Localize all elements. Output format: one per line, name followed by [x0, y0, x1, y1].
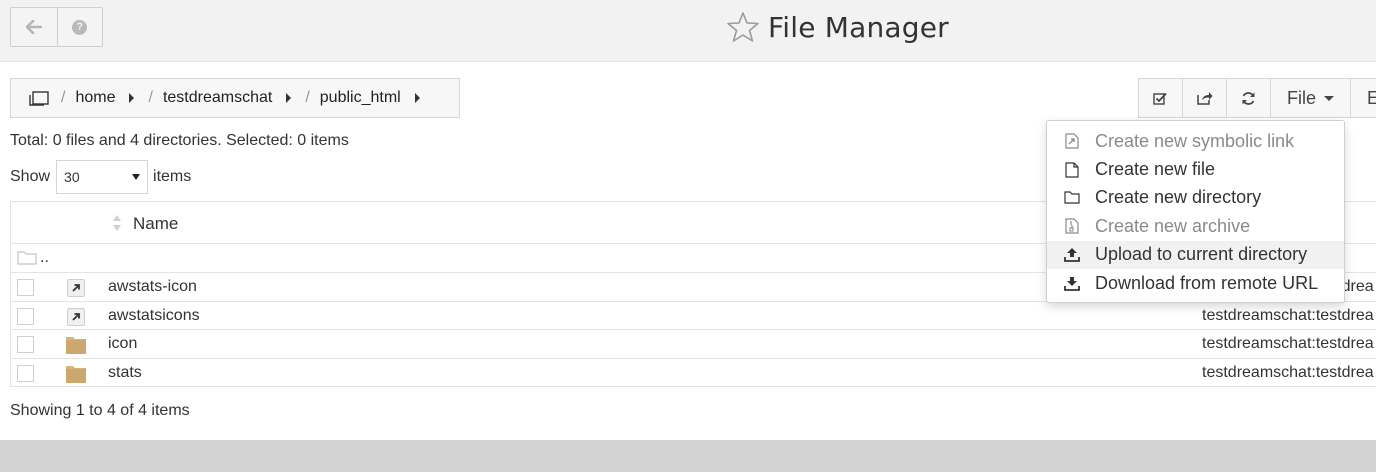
symlink-icon [1063, 132, 1081, 150]
archive-icon [1063, 217, 1081, 235]
help-button[interactable]: ? [56, 8, 103, 46]
menu-item-download-url[interactable]: Download from remote URL [1047, 269, 1344, 297]
checkbox-icon [1153, 92, 1167, 105]
upload-icon [1063, 246, 1081, 264]
folder-outline-icon [17, 251, 37, 265]
caret-down-icon [1324, 95, 1335, 101]
row-checkbox[interactable] [17, 336, 34, 353]
caret-right-icon[interactable] [286, 93, 292, 103]
select-all-button[interactable] [1139, 79, 1183, 117]
menu-item-create-archive[interactable]: Create new archive [1047, 212, 1344, 240]
menu-item-label: Create new archive [1095, 215, 1251, 236]
show-label: Show [10, 168, 51, 185]
parent-directory-label: .. [40, 249, 49, 266]
help-icon: ? [72, 19, 88, 35]
symlink-icon [67, 307, 85, 326]
table-row[interactable]: icon testdreamschat:testdrea [11, 330, 1376, 359]
breadcrumb-separator: / [148, 89, 153, 106]
folder-icon [1063, 189, 1081, 207]
breadcrumb-home[interactable]: home [75, 89, 115, 107]
sort-icon[interactable] [112, 214, 122, 232]
menu-item-create-symlink[interactable]: Create new symbolic link [1047, 127, 1344, 155]
toolbar: File Ed [1138, 78, 1376, 118]
file-menu-label: File [1287, 87, 1317, 108]
row-checkbox[interactable] [17, 279, 34, 296]
top-bar: ? File Manager [0, 0, 1376, 62]
selection-summary: Total: 0 files and 4 directories. Select… [10, 132, 349, 149]
menu-item-label: Download from remote URL [1095, 272, 1319, 293]
dropdown-arrow-icon [132, 174, 141, 180]
share-button[interactable] [1183, 79, 1227, 117]
breadcrumb-separator: / [61, 89, 66, 106]
nav-button-group: ? [10, 7, 103, 47]
name-column-header[interactable]: Name [133, 214, 178, 234]
menu-item-label: Create new directory [1095, 187, 1262, 208]
folder-icon [66, 337, 86, 354]
file-icon [1063, 161, 1081, 179]
breadcrumb-public-html[interactable]: public_html [320, 89, 401, 107]
back-button[interactable] [11, 8, 57, 46]
download-icon [1063, 274, 1081, 292]
file-name[interactable]: awstats-icon [108, 278, 197, 296]
home-dir-icon[interactable] [29, 90, 49, 106]
file-name[interactable]: icon [108, 335, 137, 353]
refresh-icon [1242, 91, 1255, 105]
page-size-row: Show 30 items [10, 160, 191, 194]
breadcrumb: / home / testdreamschat / public_html [10, 78, 460, 118]
file-owner: testdreamschat:testdrea [1202, 306, 1374, 324]
file-owner: testdreamschat:testdrea [1202, 335, 1374, 352]
folder-icon [66, 365, 86, 383]
caret-right-icon[interactable] [414, 93, 420, 103]
arrow-left-icon [25, 20, 42, 34]
menu-item-create-file[interactable]: Create new file [1047, 155, 1344, 183]
menu-item-create-directory[interactable]: Create new directory [1047, 184, 1344, 212]
edit-menu-label: Ed [1367, 87, 1376, 108]
file-name[interactable]: stats [108, 364, 142, 382]
menu-item-upload[interactable]: Upload to current directory [1047, 240, 1344, 269]
table-row[interactable]: awstatsicons testdreamschat:testdrea [11, 302, 1376, 330]
page-size-value: 30 [64, 169, 80, 185]
breadcrumb-testdreamschat[interactable]: testdreamschat [163, 89, 272, 107]
refresh-button[interactable] [1227, 79, 1271, 117]
share-icon [1196, 92, 1212, 105]
caret-right-icon[interactable] [129, 93, 135, 103]
title-wrap: File Manager [726, 8, 949, 46]
star-icon[interactable] [726, 10, 760, 44]
edit-menu-button[interactable]: Ed [1351, 79, 1376, 117]
symlink-icon [67, 279, 85, 297]
items-label: items [153, 168, 192, 185]
file-owner: testdreamschat:testdrea [1202, 363, 1374, 381]
pagination-info: Showing 1 to 4 of 4 items [10, 402, 190, 419]
file-dropdown-menu: Create new symbolic link Create new file… [1046, 120, 1345, 303]
row-checkbox[interactable] [17, 364, 34, 382]
table-row[interactable]: stats testdreamschat:testdrea [11, 359, 1376, 387]
page-size-select[interactable]: 30 [56, 160, 149, 194]
row-checkbox[interactable] [17, 307, 34, 325]
page-title: File Manager [768, 10, 949, 44]
menu-item-label: Create new file [1095, 159, 1216, 180]
menu-item-label: Upload to current directory [1095, 244, 1308, 265]
menu-item-label: Create new symbolic link [1095, 130, 1295, 151]
file-menu-button[interactable]: File [1271, 79, 1352, 117]
file-name[interactable]: awstatsicons [108, 307, 200, 325]
breadcrumb-separator: / [305, 89, 310, 106]
